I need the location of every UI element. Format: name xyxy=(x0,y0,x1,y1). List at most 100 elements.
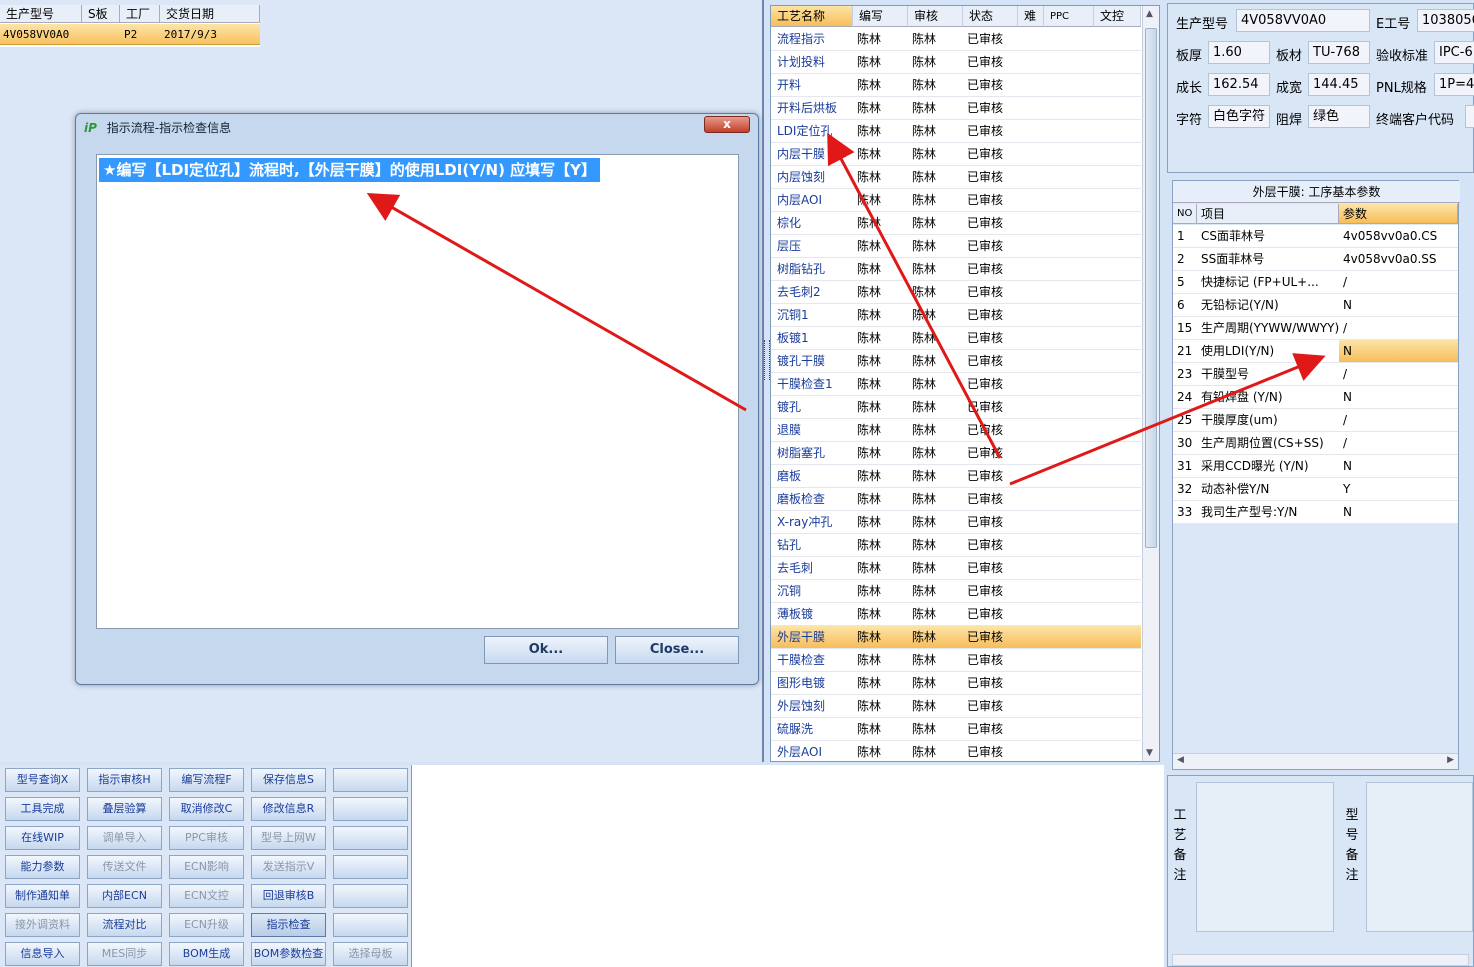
param-row[interactable]: 33 我司生产型号:Y/N N xyxy=(1173,501,1458,524)
process-row[interactable]: 镀孔干膜 陈林 陈林 已审核 xyxy=(771,350,1141,373)
col-header-s[interactable]: S板 xyxy=(82,5,120,23)
close-button[interactable]: Close... xyxy=(615,636,739,664)
splitter-handle[interactable] xyxy=(764,340,770,380)
message-memo[interactable]: ★编写【LDI定位孔】流程时,【外层干膜】的使用LDI(Y/N) 应填写【Y】 xyxy=(96,154,739,629)
col-header-no[interactable]: NO xyxy=(1173,204,1197,224)
param-row[interactable]: 25 干膜厚度(um) / xyxy=(1173,409,1458,432)
table-row[interactable]: 4V058VV0A0 P2 2017/9/3 xyxy=(0,24,260,45)
action-button[interactable] xyxy=(333,855,408,879)
process-row[interactable]: 去毛刺2 陈林 陈林 已审核 xyxy=(771,281,1141,304)
process-row[interactable]: 退膜 陈林 陈林 已审核 xyxy=(771,419,1141,442)
process-row[interactable]: 内层蚀刻 陈林 陈林 已审核 xyxy=(771,166,1141,189)
action-button[interactable]: ECN升级 xyxy=(169,913,244,937)
dialog-title-bar[interactable]: iP 指示流程-指示检查信息 xyxy=(84,118,231,138)
pnl-field[interactable]: 1P=4 xyxy=(1434,73,1474,96)
process-row[interactable]: X-ray冲孔 陈林 陈林 已审核 xyxy=(771,511,1141,534)
action-button[interactable]: 流程对比 xyxy=(87,913,162,937)
scroll-right-icon[interactable]: ▶ xyxy=(1447,755,1454,765)
horizontal-scrollbar[interactable] xyxy=(1172,954,1469,966)
param-row[interactable]: 15 生产周期(YYWW/WWYY) / xyxy=(1173,317,1458,340)
action-button[interactable] xyxy=(333,768,408,792)
process-row[interactable]: 干膜检查1 陈林 陈林 已审核 xyxy=(771,373,1141,396)
material-field[interactable]: TU-768 xyxy=(1308,41,1370,64)
process-row[interactable]: 外层干膜 陈林 陈林 已审核 xyxy=(771,626,1141,649)
param-row[interactable]: 23 干膜型号 / xyxy=(1173,363,1458,386)
vertical-scrollbar[interactable]: ▼ ▲ xyxy=(1142,6,1159,761)
horizontal-scrollbar[interactable]: ◀ ▶ xyxy=(1173,753,1458,769)
process-row[interactable]: 树脂钻孔 陈林 陈林 已审核 xyxy=(771,258,1141,281)
process-row[interactable]: 外层蚀刻 陈林 陈林 已审核 xyxy=(771,695,1141,718)
action-button[interactable]: 制作通知单 xyxy=(5,884,80,908)
action-button[interactable]: ECN影响 xyxy=(169,855,244,879)
process-row[interactable]: 磨板 陈林 陈林 已审核 xyxy=(771,465,1141,488)
action-button[interactable] xyxy=(333,797,408,821)
scrollbar-thumb[interactable] xyxy=(1145,28,1157,548)
process-row[interactable]: 层压 陈林 陈林 已审核 xyxy=(771,235,1141,258)
action-button[interactable]: 编写流程F xyxy=(169,768,244,792)
col-header-param[interactable]: 参数 xyxy=(1339,204,1458,224)
width-field[interactable]: 144.45 xyxy=(1308,73,1370,96)
param-row[interactable]: 31 采用CCD曝光 (Y/N) N xyxy=(1173,455,1458,478)
action-button[interactable] xyxy=(333,884,408,908)
action-button[interactable]: 调单导入 xyxy=(87,826,162,850)
action-button[interactable]: 回退审核B xyxy=(251,884,326,908)
col-header-status[interactable]: 状态 xyxy=(963,6,1018,27)
process-row[interactable]: 树脂塞孔 陈林 陈林 已审核 xyxy=(771,442,1141,465)
process-row[interactable]: 外层AOI 陈林 陈林 已审核 xyxy=(771,741,1141,764)
action-button[interactable]: 传送文件 xyxy=(87,855,162,879)
param-row[interactable]: 32 动态补偿Y/N Y xyxy=(1173,478,1458,501)
param-row[interactable]: 21 使用LDI(Y/N) N xyxy=(1173,340,1458,363)
action-button[interactable]: 指示检查 xyxy=(251,913,326,937)
param-row[interactable]: 30 生产周期位置(CS+SS) / xyxy=(1173,432,1458,455)
scroll-down-icon[interactable]: ▼ xyxy=(1146,748,1153,758)
process-row[interactable]: 硫脲洗 陈林 陈林 已审核 xyxy=(771,718,1141,741)
action-button[interactable] xyxy=(333,826,408,850)
process-row[interactable]: 钻孔 陈林 陈林 已审核 xyxy=(771,534,1141,557)
action-button[interactable]: 接外调资料 xyxy=(5,913,80,937)
mask-field[interactable]: 绿色 xyxy=(1308,105,1370,128)
action-button[interactable]: 取消修改C xyxy=(169,797,244,821)
ok-button[interactable]: Ok... xyxy=(484,636,608,664)
process-row[interactable]: 棕化 陈林 陈林 已审核 xyxy=(771,212,1141,235)
action-button[interactable]: 型号查询X xyxy=(5,768,80,792)
action-button[interactable] xyxy=(333,913,408,937)
process-row[interactable]: 开料 陈林 陈林 已审核 xyxy=(771,74,1141,97)
col-header-factory[interactable]: 工厂 xyxy=(120,5,160,23)
thickness-field[interactable]: 1.60 xyxy=(1208,41,1270,64)
col-header-date[interactable]: 交货日期 xyxy=(160,5,260,23)
action-button[interactable]: BOM生成 xyxy=(169,942,244,966)
customer-field[interactable] xyxy=(1465,105,1474,128)
action-button[interactable]: PPC审核 xyxy=(169,826,244,850)
col-header-ppc[interactable]: PPC xyxy=(1044,6,1094,27)
char-field[interactable]: 白色字符 xyxy=(1208,105,1270,128)
scroll-up-icon[interactable]: ▲ xyxy=(1146,9,1153,19)
action-button[interactable]: 选择母板 xyxy=(333,942,408,966)
action-button[interactable]: 型号上网W xyxy=(251,826,326,850)
process-row[interactable]: 干膜检查 陈林 陈林 已审核 xyxy=(771,649,1141,672)
action-button[interactable]: BOM参数检查 xyxy=(251,942,326,966)
process-row[interactable]: 内层干膜 陈林 陈林 已审核 xyxy=(771,143,1141,166)
process-row[interactable]: 薄板镀 陈林 陈林 已审核 xyxy=(771,603,1141,626)
action-button[interactable]: 保存信息S xyxy=(251,768,326,792)
process-row[interactable]: 镀孔 陈林 陈林 已审核 xyxy=(771,396,1141,419)
col-header-process[interactable]: 工艺名称 xyxy=(771,6,853,27)
action-button[interactable]: 发送指示V xyxy=(251,855,326,879)
close-icon[interactable]: x xyxy=(704,116,750,133)
param-row[interactable]: 2 SS面菲林号 4v058vv0a0.SS xyxy=(1173,248,1458,271)
action-button[interactable]: ECN文控 xyxy=(169,884,244,908)
col-header-item[interactable]: 项目 xyxy=(1197,204,1339,224)
process-row[interactable]: 计划投料 陈林 陈林 已审核 xyxy=(771,51,1141,74)
col-header-difficulty[interactable]: 难 xyxy=(1018,6,1044,27)
process-row[interactable]: 开料后烘板 陈林 陈林 已审核 xyxy=(771,97,1141,120)
col-header-reviewer[interactable]: 审核 xyxy=(908,6,963,27)
scroll-left-icon[interactable]: ◀ xyxy=(1177,755,1184,765)
process-row[interactable]: LDI定位孔 陈林 陈林 已审核 xyxy=(771,120,1141,143)
process-row[interactable]: 流程指示 陈林 陈林 已审核 xyxy=(771,28,1141,51)
param-row[interactable]: 1 CS面菲林号 4v058vv0a0.CS xyxy=(1173,225,1458,248)
action-button[interactable]: MES同步 xyxy=(87,942,162,966)
standard-field[interactable]: IPC-6 xyxy=(1434,41,1474,64)
process-row[interactable]: 沉铜1 陈林 陈林 已审核 xyxy=(771,304,1141,327)
process-row[interactable]: 内层AOI 陈林 陈林 已审核 xyxy=(771,189,1141,212)
model-remark-field[interactable] xyxy=(1366,782,1473,932)
col-header-writer[interactable]: 编写 xyxy=(853,6,908,27)
